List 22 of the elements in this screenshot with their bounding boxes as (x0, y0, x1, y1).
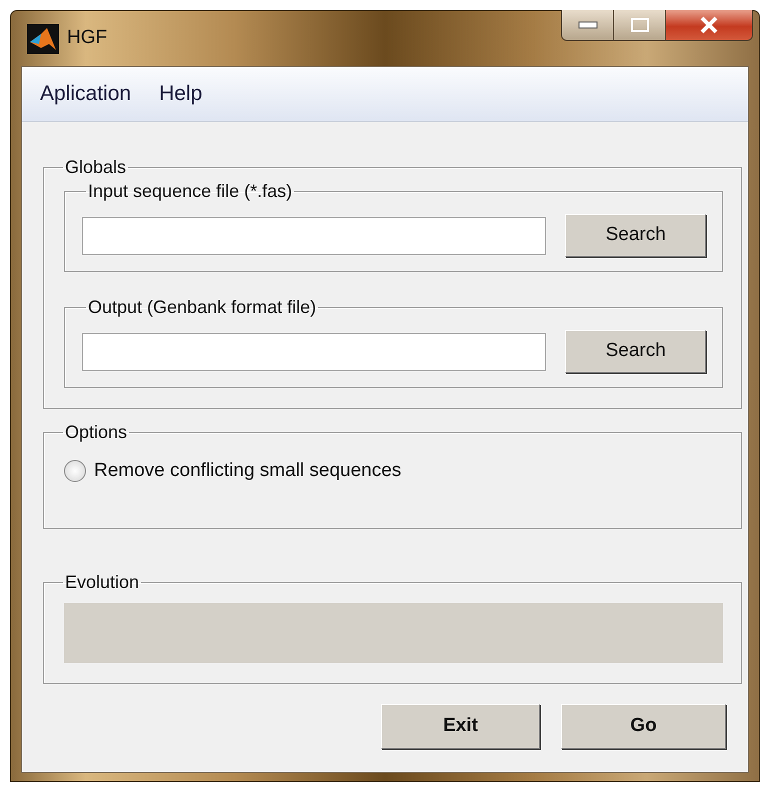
minimize-button[interactable] (562, 10, 614, 40)
search-button[interactable]: Search (565, 214, 706, 257)
menu-item[interactable]: Help (149, 76, 212, 112)
group-title: Input sequence file (*.fas) (87, 182, 294, 200)
dialog-button[interactable]: Go (561, 704, 726, 749)
option-label: Remove conflicting small sequences (94, 459, 402, 483)
search-button[interactable]: Search (565, 330, 706, 373)
maximize-icon (630, 17, 650, 33)
close-button[interactable] (666, 10, 752, 40)
group-title: Evolution (64, 573, 140, 591)
group-title: Output (Genbank format file) (87, 298, 318, 316)
radio-button[interactable] (64, 460, 86, 482)
group-title: Globals (64, 158, 128, 176)
window-title: HGF (67, 26, 108, 50)
text-field[interactable] (82, 216, 546, 254)
group-title: Options (64, 423, 128, 441)
app-icon (27, 24, 59, 54)
menu-item[interactable]: Aplication (30, 76, 142, 112)
close-icon (698, 16, 720, 34)
dialog-button[interactable]: Exit (381, 704, 540, 749)
text-field[interactable] (82, 332, 546, 370)
minimize-icon (578, 21, 598, 29)
